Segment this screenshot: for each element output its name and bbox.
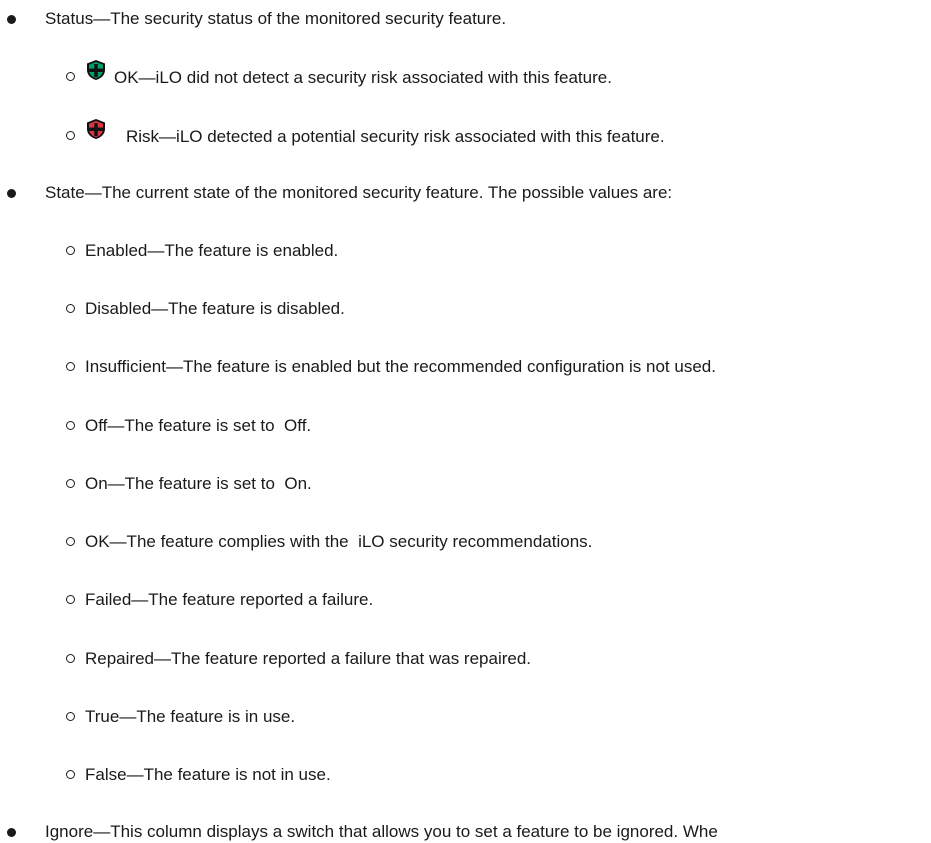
status-item: Status—The security status of the monito…: [45, 9, 507, 28]
state-value: False—The feature is not in use.: [85, 765, 331, 784]
bullet-status: [7, 15, 16, 24]
state-value: Enabled—The feature is enabled.: [85, 241, 339, 260]
state-value: Off—The feature is set to Off.: [85, 416, 312, 435]
ignore-item: Ignore—This column displays a switch tha…: [45, 822, 718, 841]
sub-bullet-risk: [66, 131, 75, 140]
state-value: Failed—The feature reported a failure.: [85, 590, 374, 609]
state-value: Insufficient—The feature is enabled but …: [85, 357, 716, 376]
sub-bullet: [66, 770, 75, 779]
bullet-ignore: [7, 828, 16, 837]
state-value: Repaired—The feature reported a failure …: [85, 649, 532, 668]
state-value: True—The feature is in use.: [85, 707, 296, 726]
shield-ok-icon: [87, 60, 105, 80]
sub-bullet: [66, 654, 75, 663]
sub-bullet-ok: [66, 72, 75, 81]
status-ok-text: OK—iLO did not detect a security risk as…: [114, 68, 612, 87]
state-item: State—The current state of the monitored…: [45, 183, 673, 202]
state-value: On—The feature is set to On.: [85, 474, 312, 493]
sub-bullet: [66, 421, 75, 430]
sub-bullet: [66, 246, 75, 255]
sub-bullet: [66, 479, 75, 488]
status-risk-text: Risk—iLO detected a potential security r…: [126, 127, 665, 146]
sub-bullet: [66, 304, 75, 313]
sub-bullet: [66, 362, 75, 371]
bullet-state: [7, 189, 16, 198]
sub-bullet: [66, 595, 75, 604]
sub-bullet: [66, 712, 75, 721]
sub-bullet: [66, 537, 75, 546]
state-value: OK—The feature complies with the iLO sec…: [85, 532, 593, 551]
shield-risk-icon: [87, 119, 105, 139]
state-value: Disabled—The feature is disabled.: [85, 299, 345, 318]
